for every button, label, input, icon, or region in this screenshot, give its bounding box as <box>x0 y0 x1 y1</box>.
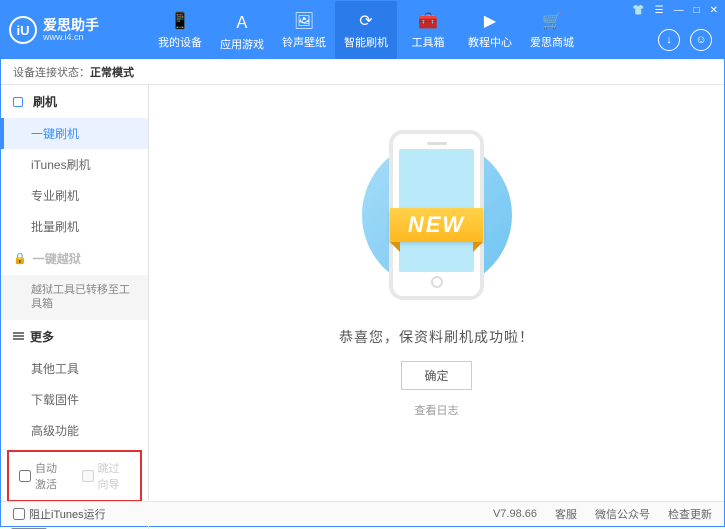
nav-tab-智能刷机[interactable]: ⟳智能刷机 <box>335 1 397 59</box>
nav-tab-工具箱[interactable]: 🧰工具箱 <box>397 1 459 59</box>
logo-url: www.i4.cn <box>43 32 99 42</box>
logo-icon: iU <box>9 16 37 44</box>
view-log-link[interactable]: 查看日志 <box>415 402 459 418</box>
sidebar-item-advanced[interactable]: 高级功能 <box>1 415 148 446</box>
version-label: V7.98.66 <box>493 508 537 520</box>
nav-tabs: 📱我的设备Ａ应用游戏🖼铃声壁纸⟳智能刷机🧰工具箱▶教程中心🛒爱思商城 <box>149 1 583 59</box>
minimize-icon[interactable]: — <box>674 5 684 16</box>
footer: 阻止iTunes运行 V7.98.66 客服 微信公众号 检查更新 <box>1 501 724 526</box>
success-message: 恭喜您，保资料刷机成功啦！ <box>339 327 534 347</box>
sidebar-item-pro-flash[interactable]: 专业刷机 <box>1 180 148 211</box>
sidebar-item-other-tools[interactable]: 其他工具 <box>1 353 148 384</box>
footer-link-wechat[interactable]: 微信公众号 <box>595 506 650 522</box>
sidebar-item-itunes-flash[interactable]: iTunes刷机 <box>1 149 148 180</box>
status-value: 正常模式 <box>90 64 134 80</box>
nav-icon: ⟳ <box>359 11 372 31</box>
app-header: iU 爱思助手 www.i4.cn 📱我的设备Ａ应用游戏🖼铃声壁纸⟳智能刷机🧰工… <box>1 1 724 59</box>
nav-icon: ▶ <box>484 11 496 31</box>
nav-icon: 🛒 <box>542 11 562 31</box>
sidebar: 刷机 一键刷机 iTunes刷机 专业刷机 批量刷机 🔒一键越狱 越狱工具已转移… <box>1 85 149 529</box>
sidebar-jailbreak-note: 越狱工具已转移至工具箱 <box>1 275 148 320</box>
footer-link-support[interactable]: 客服 <box>555 506 577 522</box>
user-icon[interactable]: ☺ <box>690 29 712 51</box>
sidebar-item-batch-flash[interactable]: 批量刷机 <box>1 211 148 242</box>
nav-icon: 🧰 <box>418 11 438 31</box>
sidebar-group-flash[interactable]: 刷机 <box>1 85 148 118</box>
lock-icon: 🔒 <box>13 252 27 265</box>
list-icon <box>13 331 24 342</box>
status-label: 设备连接状态： <box>13 64 90 80</box>
checkbox-highlight-area: 自动激活 跳过向导 <box>7 450 142 502</box>
download-icon[interactable]: ↓ <box>658 29 680 51</box>
checkbox-auto-activate[interactable]: 自动激活 <box>19 460 68 492</box>
nav-tab-教程中心[interactable]: ▶教程中心 <box>459 1 521 59</box>
nav-tab-爱思商城[interactable]: 🛒爱思商城 <box>521 1 583 59</box>
footer-link-update[interactable]: 检查更新 <box>668 506 712 522</box>
maximize-icon[interactable]: □ <box>694 5 700 16</box>
sidebar-group-jailbreak: 🔒一键越狱 <box>1 242 148 275</box>
nav-tab-应用游戏[interactable]: Ａ应用游戏 <box>211 1 273 59</box>
ok-button[interactable]: 确定 <box>401 361 471 390</box>
sidebar-item-download-fw[interactable]: 下载固件 <box>1 384 148 415</box>
checkbox-block-itunes[interactable]: 阻止iTunes运行 <box>13 506 106 522</box>
nav-icon: 🖼 <box>294 11 314 31</box>
shirt-icon[interactable]: 👕 <box>632 5 644 16</box>
close-icon[interactable]: ✕ <box>710 5 718 16</box>
nav-icon: Ａ <box>234 9 250 33</box>
menu-icon[interactable]: ☰ <box>655 5 664 16</box>
logo: iU 爱思助手 www.i4.cn <box>9 16 149 44</box>
main-content: NEW 恭喜您，保资料刷机成功啦！ 确定 查看日志 <box>149 85 724 529</box>
sidebar-group-more[interactable]: 更多 <box>1 320 148 353</box>
logo-title: 爱思助手 <box>43 18 99 32</box>
checkbox-skip-guide[interactable]: 跳过向导 <box>82 460 131 492</box>
success-illustration: NEW <box>342 125 532 305</box>
nav-tab-铃声壁纸[interactable]: 🖼铃声壁纸 <box>273 1 335 59</box>
status-bar: 设备连接状态： 正常模式 <box>1 59 724 85</box>
sidebar-item-onekey-flash[interactable]: 一键刷机 <box>1 118 148 149</box>
new-banner: NEW <box>390 208 483 242</box>
nav-icon: 📱 <box>170 11 190 31</box>
nav-tab-我的设备[interactable]: 📱我的设备 <box>149 1 211 59</box>
